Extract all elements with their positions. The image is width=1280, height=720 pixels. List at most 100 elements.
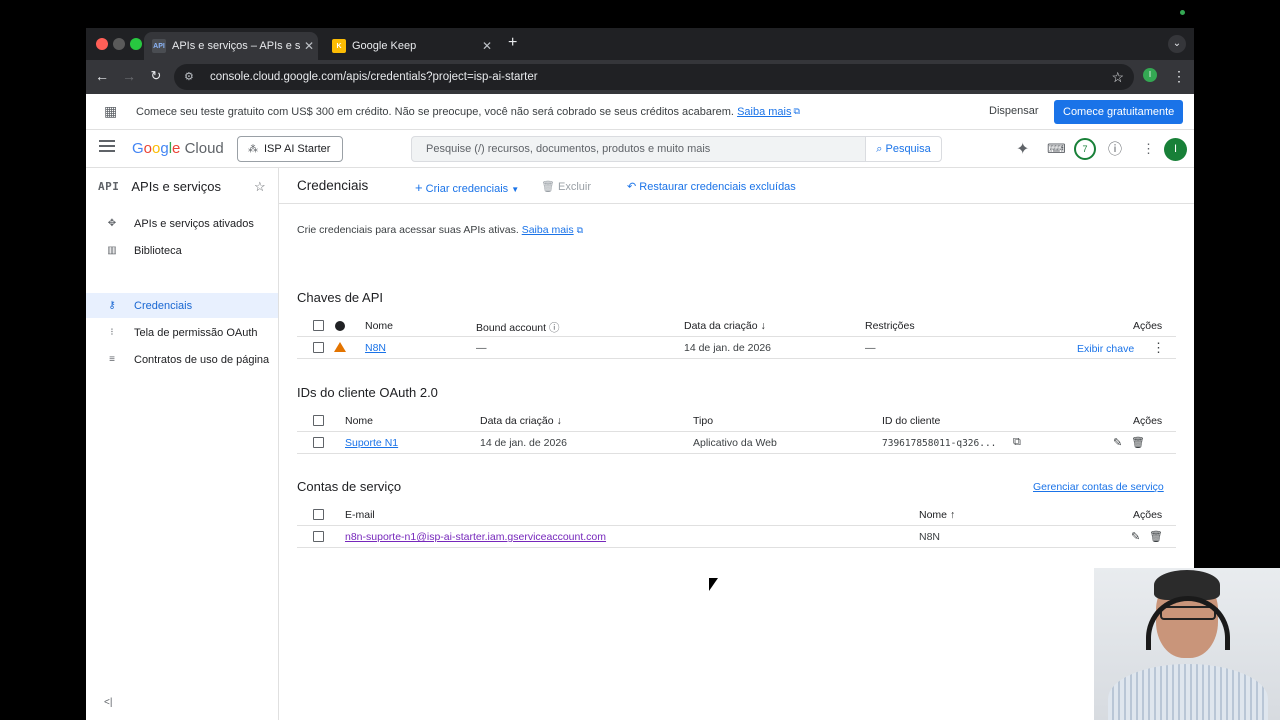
manage-service-accounts-link[interactable]: Gerenciar contas de serviço bbox=[1033, 481, 1164, 493]
close-tab-icon[interactable]: ✕ bbox=[300, 39, 318, 53]
col-name[interactable]: Nome ↑ bbox=[919, 509, 955, 521]
sidebar-header: API APIs e serviços ☆ bbox=[98, 179, 266, 194]
start-free-button[interactable]: Comece gratuitamente bbox=[1054, 100, 1184, 124]
delete-button[interactable]: 🗑 Excluir bbox=[541, 180, 591, 193]
col-created[interactable]: Data da criação ↓ bbox=[480, 415, 562, 427]
sidebar-item-credentials[interactable]: ⚷ Credenciais bbox=[86, 293, 278, 318]
help-icon[interactable]: ⓘ bbox=[549, 322, 560, 334]
maximize-window-button[interactable] bbox=[130, 38, 142, 50]
col-type: Tipo bbox=[693, 415, 714, 427]
browser-toolbar: ← → ↻ ⚙ console.cloud.google.com/apis/cr… bbox=[86, 60, 1194, 94]
service-account-email-link[interactable]: n8n-suporte-n1@isp-ai-starter.iam.gservi… bbox=[345, 531, 606, 543]
show-key-button[interactable]: Exibir chave bbox=[1077, 343, 1134, 355]
edit-icon[interactable]: ✎ bbox=[1113, 436, 1122, 449]
sidebar-item-library[interactable]: ▥ Biblioteca bbox=[86, 238, 278, 263]
camera-indicator bbox=[1180, 10, 1185, 15]
delete-icon[interactable]: 🗑 bbox=[1149, 530, 1163, 543]
cloud-shell-icon[interactable]: ⌨ bbox=[1047, 141, 1066, 157]
consent-icon: ⁝ bbox=[110, 327, 114, 338]
row-checkbox[interactable] bbox=[313, 342, 324, 353]
select-all-checkbox[interactable] bbox=[313, 509, 324, 520]
api-key-name-link[interactable]: N8N bbox=[365, 342, 386, 354]
col-actions: Ações bbox=[1133, 320, 1163, 332]
delete-icon[interactable]: 🗑 bbox=[1131, 436, 1145, 449]
col-email: E-mail bbox=[345, 509, 375, 521]
avatar[interactable]: I bbox=[1164, 138, 1187, 161]
service-account-name: N8N bbox=[919, 531, 941, 543]
project-picker[interactable]: ⁂ ISP AI Starter bbox=[237, 136, 343, 162]
site-settings-icon[interactable]: ⚙ bbox=[184, 70, 202, 84]
back-icon[interactable]: ← bbox=[93, 68, 111, 84]
table-row: Suporte N1 14 de jan. de 2026 Aplicativo… bbox=[297, 432, 1176, 454]
presenter-shirt bbox=[1108, 664, 1268, 720]
restore-credentials-button[interactable]: ↶ Restaurar credenciais excluídas bbox=[627, 180, 796, 193]
client-id-value: 739617858011-q326... bbox=[882, 438, 997, 449]
copy-icon[interactable]: ⧉ bbox=[1013, 436, 1021, 449]
profile-icon[interactable]: I bbox=[1143, 68, 1157, 82]
intro-learn-more-link[interactable]: Saiba mais bbox=[522, 224, 574, 236]
select-all-checkbox[interactable] bbox=[313, 415, 324, 426]
edit-icon[interactable]: ✎ bbox=[1131, 530, 1140, 543]
service-accounts-header-row: E-mail Nome ↑ Ações bbox=[297, 504, 1176, 526]
logo-google: Google bbox=[132, 140, 181, 157]
oauth-heading: IDs do cliente OAuth 2.0 bbox=[297, 385, 438, 400]
address-bar[interactable]: ⚙ console.cloud.google.com/apis/credenti… bbox=[174, 64, 1134, 90]
gemini-icon[interactable]: ✦ bbox=[1016, 139, 1029, 159]
sidebar-item-label: APIs e serviços ativados bbox=[134, 217, 254, 230]
minimize-window-button[interactable] bbox=[113, 38, 125, 50]
external-link-icon: ⧉ bbox=[793, 106, 800, 116]
oauth-client-name-link[interactable]: Suporte N1 bbox=[345, 437, 398, 449]
favorite-star-icon[interactable]: ☆ bbox=[254, 179, 266, 195]
notifications-badge[interactable]: 7 bbox=[1074, 138, 1096, 160]
created-value: 14 de jan. de 2026 bbox=[480, 437, 567, 449]
sidebar-title: APIs e serviços bbox=[131, 179, 221, 194]
browser-window: API APIs e serviços – APIs e serviços ✕ … bbox=[86, 28, 1194, 720]
learn-more-link[interactable]: Saiba mais bbox=[737, 106, 791, 118]
sidebar-item-page-usage[interactable]: ≡ Contratos de uso de página bbox=[86, 347, 278, 372]
tab-strip: API APIs e serviços – APIs e serviços ✕ … bbox=[86, 28, 1194, 60]
free-trial-banner: ▦ Comece seu teste gratuito com US$ 300 … bbox=[86, 94, 1194, 130]
banner-text: Comece seu teste gratuito com US$ 300 em… bbox=[136, 105, 734, 118]
search-button[interactable]: ⌕ Pesquisa bbox=[865, 136, 942, 162]
new-tab-icon[interactable]: + bbox=[508, 34, 517, 52]
external-link-icon: ⧉ bbox=[576, 225, 584, 235]
sidebar-item-oauth-consent[interactable]: ⁝ Tela de permissão OAuth bbox=[86, 320, 278, 345]
col-actions: Ações bbox=[1133, 415, 1163, 427]
console-header: Google Cloud ⁂ ISP AI Starter Pesquise (… bbox=[86, 130, 1194, 168]
settings-list-icon: ≡ bbox=[109, 354, 115, 365]
create-credentials-button[interactable]: + Criar credenciais ▼ bbox=[415, 180, 519, 195]
bookmark-star-icon[interactable]: ☆ bbox=[1111, 69, 1124, 86]
enabled-apis-icon: ✥ bbox=[107, 218, 117, 229]
select-all-checkbox[interactable] bbox=[313, 320, 324, 331]
intro-label: Crie credenciais para acessar suas APIs … bbox=[297, 224, 519, 236]
mouse-cursor-icon bbox=[709, 578, 718, 591]
sidebar-item-enabled-apis[interactable]: ✥ APIs e serviços ativados bbox=[86, 211, 278, 236]
search-input[interactable]: Pesquise (/) recursos, documentos, produ… bbox=[411, 136, 866, 162]
close-window-button[interactable] bbox=[96, 38, 108, 50]
bound-account-value: — bbox=[476, 342, 487, 354]
more-actions-icon[interactable]: ⋮ bbox=[1152, 340, 1165, 356]
api-keys-heading: Chaves de API bbox=[297, 290, 383, 305]
col-restrictions: Restrições bbox=[865, 320, 915, 332]
dismiss-button[interactable]: Dispensar bbox=[989, 105, 1039, 117]
api-logo-icon: API bbox=[98, 180, 120, 193]
google-cloud-logo[interactable]: Google Cloud bbox=[132, 140, 224, 157]
project-icon: ⁂ bbox=[248, 143, 258, 155]
collapse-sidebar-icon[interactable]: <| bbox=[104, 697, 112, 708]
help-icon[interactable]: ⓘ bbox=[1108, 139, 1122, 159]
row-checkbox[interactable] bbox=[313, 437, 324, 448]
close-tab-icon[interactable]: ✕ bbox=[478, 39, 496, 53]
row-checkbox[interactable] bbox=[313, 531, 324, 542]
tab-title: APIs e serviços – APIs e serviços bbox=[172, 40, 300, 52]
col-created[interactable]: Data da criação ↓ bbox=[684, 320, 766, 332]
settings-menu-icon[interactable]: ⋮ bbox=[1142, 141, 1155, 157]
key-icon: ⚷ bbox=[108, 300, 116, 311]
forward-icon[interactable]: → bbox=[120, 68, 138, 84]
col-name: Nome bbox=[345, 415, 374, 427]
reload-icon[interactable]: ↻ bbox=[147, 68, 165, 84]
tab-search-icon[interactable]: ⌄ bbox=[1168, 35, 1186, 53]
tab-apis[interactable]: API APIs e serviços – APIs e serviços ✕ bbox=[144, 32, 318, 60]
browser-menu-icon[interactable]: ⋮ bbox=[1172, 68, 1186, 85]
menu-icon[interactable] bbox=[99, 140, 115, 155]
tab-google-keep[interactable]: K Google Keep ✕ bbox=[324, 32, 496, 60]
